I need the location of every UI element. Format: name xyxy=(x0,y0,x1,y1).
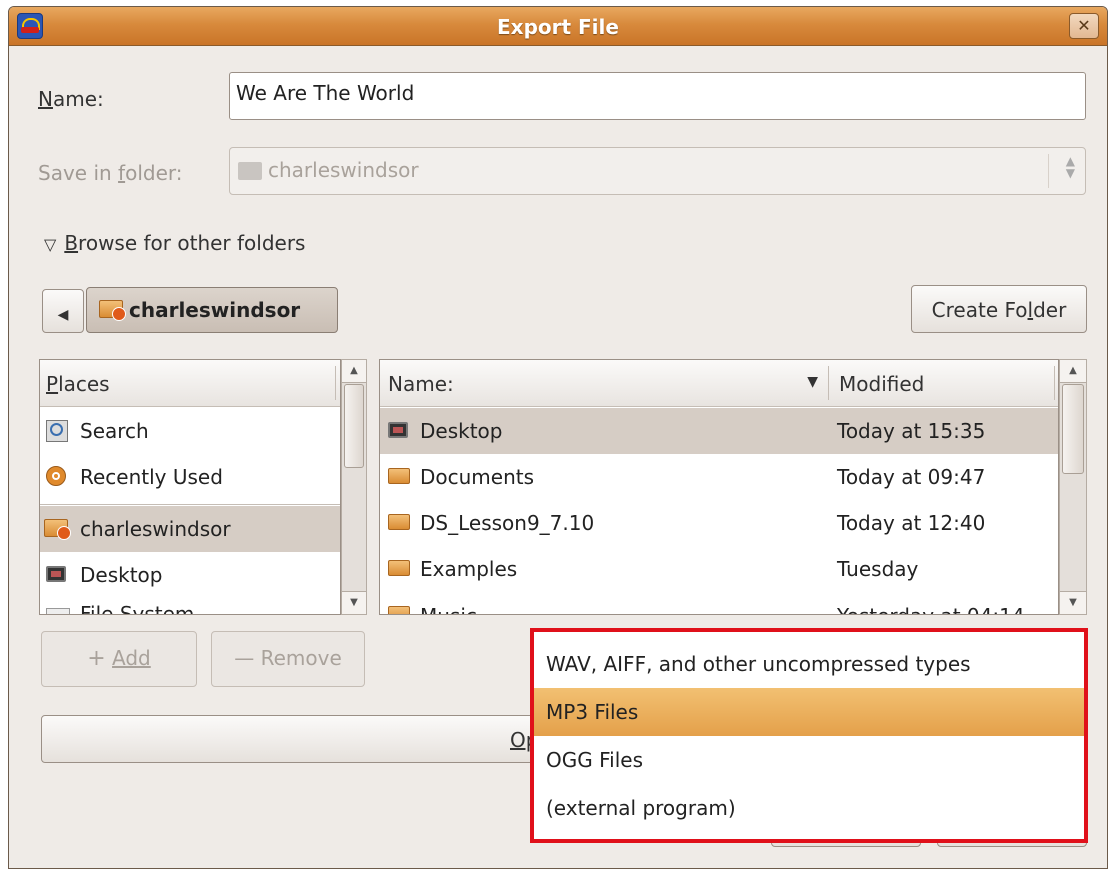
drive-icon xyxy=(46,608,70,614)
close-button[interactable]: ✕ xyxy=(1069,13,1099,39)
home-folder-icon xyxy=(44,519,71,540)
files-scroll-thumb[interactable] xyxy=(1062,384,1084,474)
places-scroll-thumb[interactable] xyxy=(344,384,364,468)
format-option-ogg[interactable]: OGG Files xyxy=(534,736,1084,784)
places-item-file-system[interactable]: File System xyxy=(40,598,340,614)
combo-separator xyxy=(1048,154,1049,188)
scroll-up-icon[interactable]: ▲ xyxy=(1060,360,1086,383)
places-item-desktop[interactable]: Desktop xyxy=(40,552,340,598)
folder-icon xyxy=(388,514,410,530)
path-button-home[interactable]: charleswindsor xyxy=(86,287,338,333)
file-row[interactable]: Documents Today at 09:47 xyxy=(380,454,1058,500)
save-in-folder-combo[interactable]: charleswindsor ▲ ▼ xyxy=(229,147,1086,195)
recent-icon xyxy=(46,466,66,486)
files-column-header: Name: ▼ Modified xyxy=(380,360,1058,407)
sort-descending-icon: ▼ xyxy=(807,374,818,390)
create-folder-button[interactable]: Create Folder xyxy=(911,285,1087,333)
places-item-search[interactable]: Search xyxy=(40,408,340,454)
file-type-dropdown[interactable]: WAV, AIFF, and other uncompressed types … xyxy=(530,628,1088,843)
files-scrollbar[interactable]: ▲ ▼ xyxy=(1059,359,1087,615)
window-title: Export File xyxy=(497,15,619,39)
path-button-label: charleswindsor xyxy=(129,298,301,322)
save-in-folder-value: charleswindsor xyxy=(268,158,419,182)
format-option-mp3[interactable]: MP3 Files xyxy=(534,688,1084,736)
folder-icon xyxy=(388,560,410,576)
file-row[interactable]: Desktop Today at 15:35 xyxy=(380,408,1058,454)
file-row[interactable]: DS_Lesson9_7.10 Today at 12:40 xyxy=(380,500,1058,546)
plus-icon: + xyxy=(87,646,106,671)
folder-icon xyxy=(388,468,410,484)
name-input[interactable]: We Are The World xyxy=(229,72,1086,120)
minus-icon: — xyxy=(234,646,255,670)
file-row[interactable]: Examples Tuesday xyxy=(380,546,1058,592)
path-back-button[interactable]: ◀ xyxy=(42,289,84,333)
format-option-external-program[interactable]: (external program) xyxy=(534,784,1084,832)
remove-bookmark-button[interactable]: — Remove xyxy=(211,631,365,687)
title-bar[interactable]: Export File ✕ xyxy=(9,7,1107,46)
updown-arrows-icon: ▲ ▼ xyxy=(1065,154,1075,180)
modified-column-header[interactable]: Modified xyxy=(829,360,1058,406)
home-folder-icon xyxy=(238,162,262,180)
places-column-header[interactable]: Places xyxy=(40,360,340,407)
folder-icon xyxy=(388,606,410,614)
home-folder-icon xyxy=(99,300,126,321)
format-option-wav-aiff[interactable]: WAV, AIFF, and other uncompressed types xyxy=(534,640,1084,688)
browse-folders-expander[interactable]: ▽ Browse for other folders xyxy=(44,231,305,255)
places-item-recently-used[interactable]: Recently Used xyxy=(40,454,340,500)
places-scrollbar[interactable]: ▲ ▼ xyxy=(341,359,367,615)
scroll-down-icon[interactable]: ▼ xyxy=(342,591,366,614)
places-item-charleswindsor[interactable]: charleswindsor xyxy=(40,506,340,552)
name-label: Name: xyxy=(38,87,104,111)
name-column-header[interactable]: Name: ▼ xyxy=(380,360,828,406)
left-arrow-icon: ◀ xyxy=(57,307,69,323)
name-input-value: We Are The World xyxy=(236,81,415,105)
places-separator xyxy=(40,504,340,505)
desktop-icon xyxy=(46,566,66,582)
places-pane: Places Search Recently Used charleswinds… xyxy=(39,359,341,615)
file-row[interactable]: Music Yesterday at 04:14 xyxy=(380,592,1058,614)
desktop-icon xyxy=(388,422,408,438)
format-options-button[interactable]: Op xyxy=(41,715,561,763)
scroll-up-icon[interactable]: ▲ xyxy=(342,360,366,383)
save-in-folder-label: Save in folder: xyxy=(38,161,183,185)
files-pane: Name: ▼ Modified Desktop Today at 15:35 … xyxy=(379,359,1059,615)
add-bookmark-button[interactable]: + Add xyxy=(41,631,197,687)
search-icon xyxy=(46,420,68,442)
scroll-down-icon[interactable]: ▼ xyxy=(1060,591,1086,614)
expander-triangle-icon: ▽ xyxy=(44,235,57,254)
create-folder-label: Create Folder xyxy=(931,298,1067,322)
